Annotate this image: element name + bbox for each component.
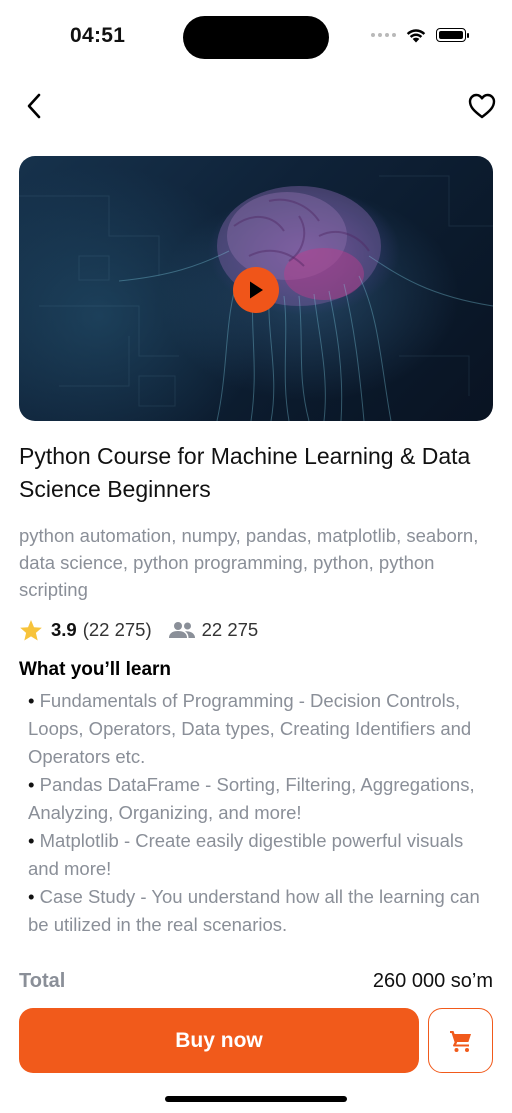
- heart-outline-icon: [468, 93, 496, 119]
- learn-item: • Fundamentals of Programming - Decision…: [28, 690, 472, 767]
- course-title: Python Course for Machine Learning & Dat…: [19, 443, 471, 502]
- back-button[interactable]: [20, 90, 48, 122]
- total-label: Total: [19, 970, 66, 992]
- chevron-left-icon: [27, 93, 41, 119]
- rating-count: (22 275): [82, 619, 152, 640]
- play-button[interactable]: [233, 267, 279, 313]
- home-indicator: [165, 1096, 347, 1102]
- course-tags: python automation, numpy, pandas, matplo…: [19, 525, 479, 600]
- course-video-preview[interactable]: [19, 156, 493, 421]
- students-count: 22 275: [201, 619, 259, 640]
- learn-item: • Pandas DataFrame - Sorting, Filtering,…: [28, 774, 475, 823]
- cellular-signal-icon: [371, 33, 396, 37]
- buy-now-button[interactable]: Buy now: [19, 1008, 419, 1073]
- people-icon: [168, 621, 196, 639]
- learn-list: • Fundamentals of Programming - Decision…: [28, 687, 493, 939]
- rating-row: 3.9 (22 275) 22 275: [19, 616, 258, 644]
- nav-bar: [0, 84, 512, 128]
- learn-heading: What you’ll learn: [19, 659, 172, 680]
- rating-value: 3.9: [51, 619, 77, 640]
- favorite-button[interactable]: [466, 90, 498, 122]
- status-icons: [371, 27, 469, 43]
- battery-icon: [436, 28, 469, 42]
- dynamic-island: [183, 16, 329, 59]
- add-to-cart-button[interactable]: [428, 1008, 493, 1073]
- learn-item: • Case Study - You understand how all th…: [28, 886, 480, 935]
- wifi-icon: [406, 29, 426, 43]
- learn-item: • Matplotlib - Create easily digestible …: [28, 830, 464, 879]
- star-icon: [20, 619, 42, 640]
- shopping-cart-icon: [449, 1030, 471, 1052]
- status-time: 04:51: [70, 24, 126, 47]
- total-price: 260 000 so’m: [372, 970, 493, 992]
- status-bar: 04:51: [0, 0, 512, 76]
- play-icon: [250, 281, 263, 299]
